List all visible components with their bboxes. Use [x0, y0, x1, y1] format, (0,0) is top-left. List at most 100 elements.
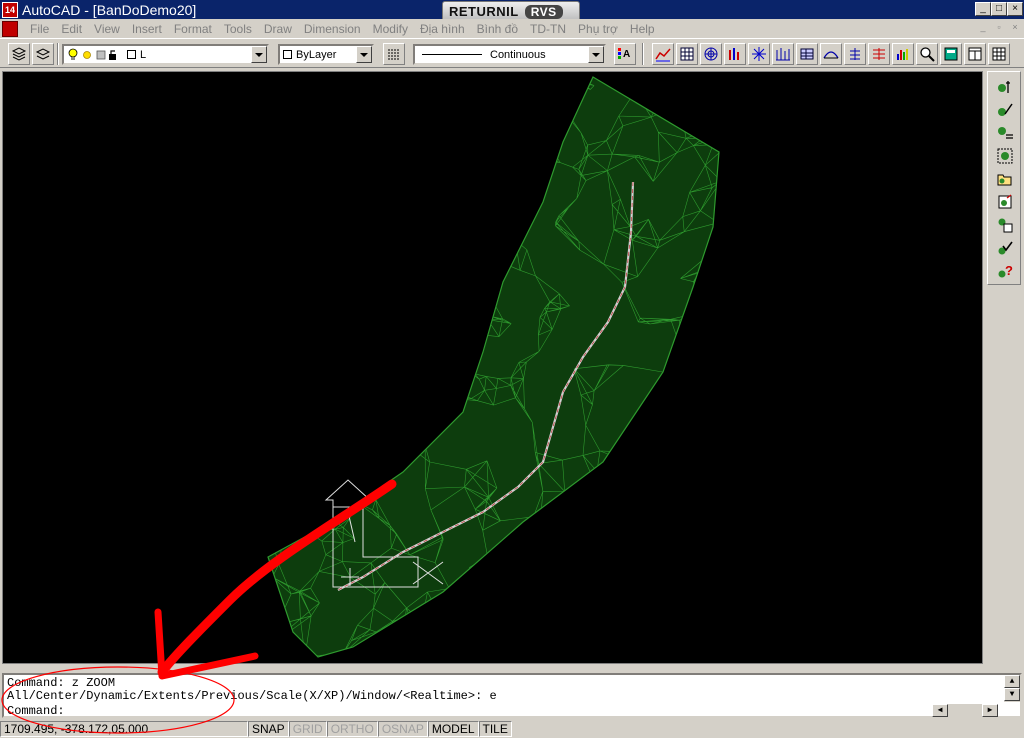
layer-dropdown-arrow[interactable] — [251, 46, 267, 63]
command-prompt[interactable]: Command: — [7, 704, 65, 718]
doc-restore-button[interactable]: ▫ — [992, 22, 1006, 34]
calculator-button[interactable] — [940, 43, 962, 65]
layer-name: L — [140, 48, 147, 61]
color-dropdown-arrow[interactable] — [356, 46, 372, 63]
command-history-line: All/Center/Dynamic/Extents/Previous/Scal… — [7, 689, 497, 703]
export-icon — [998, 194, 1011, 209]
menu-phu-tro[interactable]: Phụ trợ — [572, 22, 624, 36]
layer-previous-icon — [35, 48, 51, 60]
stack-icon — [873, 48, 885, 60]
stack-button[interactable] — [868, 43, 890, 65]
scroll-down-button[interactable]: ▼ — [1004, 688, 1020, 701]
point-insert-button[interactable] — [993, 76, 1016, 98]
layers-icon — [11, 47, 27, 61]
osnap-toggle[interactable]: OSNAP — [377, 721, 428, 737]
ortho-toggle[interactable]: ORTHO — [326, 721, 378, 737]
menu-edit[interactable]: Edit — [55, 22, 88, 36]
cross-section-icon — [850, 48, 860, 60]
autocad-app-icon[interactable]: 14 — [2, 1, 18, 18]
menu-draw[interactable]: Draw — [258, 22, 298, 36]
autocad-window: 14 AutoCAD - [BanDoDemo20] RETURNIL RVS … — [0, 0, 1024, 738]
point-list-button[interactable] — [993, 122, 1016, 144]
section-button[interactable] — [772, 43, 794, 65]
target-button[interactable] — [700, 43, 722, 65]
layer-combo[interactable]: L — [62, 44, 269, 65]
scroll-left-button[interactable]: ◀ — [932, 704, 948, 717]
window-button[interactable] — [964, 43, 986, 65]
zoom-button[interactable] — [916, 43, 938, 65]
menu-file[interactable]: File — [24, 22, 55, 36]
menu-td-tn[interactable]: TD-TN — [524, 22, 572, 36]
tile-toggle[interactable]: TILE — [478, 721, 512, 737]
check-button[interactable] — [993, 237, 1016, 259]
profile-button[interactable] — [820, 43, 842, 65]
linetype-dropdown-arrow[interactable] — [588, 46, 604, 63]
menu-modify[interactable]: Modify — [367, 22, 414, 36]
multi-bar-button[interactable] — [892, 43, 914, 65]
toolbar-separator — [57, 43, 59, 65]
scroll-up-button[interactable]: ▲ — [1004, 675, 1020, 688]
color-combo[interactable]: ByLayer — [278, 44, 374, 65]
menu-dia-hinh[interactable]: Địa hình — [414, 22, 471, 36]
menu-tools[interactable]: Tools — [218, 22, 258, 36]
point-select-button[interactable] — [993, 145, 1016, 167]
export-button[interactable] — [993, 191, 1016, 213]
drawing-canvas[interactable] — [2, 71, 983, 664]
doc-minimize-button[interactable]: _ — [976, 22, 990, 34]
help-icon: ? — [998, 263, 1013, 278]
point-insert-icon — [997, 81, 1010, 93]
linetype-combo[interactable]: Continuous — [413, 44, 606, 65]
object-properties-toolbar: L ByLayer Continuous A — [0, 38, 1024, 68]
terrain-drawing — [267, 76, 720, 658]
maximize-button[interactable]: □ — [991, 2, 1007, 16]
menu-format[interactable]: Format — [168, 22, 218, 36]
command-horizontal-scrollbar[interactable]: ◀ ▶ — [932, 704, 998, 717]
coordinates-readout: 1709.495, -378.172,05.000 — [0, 721, 248, 737]
layers-button[interactable] — [8, 43, 30, 65]
line-chart-icon — [655, 48, 671, 62]
command-window[interactable]: Command: z ZOOM All/Center/Dynamic/Exten… — [2, 673, 1022, 718]
model-toggle[interactable]: MODEL — [427, 721, 479, 737]
grid-toggle[interactable]: GRID — [288, 721, 327, 737]
table-button[interactable] — [676, 43, 698, 65]
text-style-button[interactable]: A — [614, 43, 636, 65]
color-value: ByLayer — [296, 48, 337, 61]
line-chart-button[interactable] — [652, 43, 674, 65]
snap-toggle[interactable]: SNAP — [248, 721, 289, 737]
menu-bar: File Edit View Insert Format Tools Draw … — [0, 19, 1024, 38]
document-icon[interactable] — [2, 20, 18, 37]
point-edit-button[interactable] — [993, 99, 1016, 121]
grid-table-button[interactable] — [796, 43, 818, 65]
cross-section-button[interactable] — [844, 43, 866, 65]
menu-help[interactable]: Help — [624, 22, 661, 36]
zoom-icon — [920, 47, 935, 62]
grid-window-icon — [992, 47, 1006, 61]
copy-button[interactable] — [993, 214, 1016, 236]
calculator-icon — [944, 47, 958, 61]
menu-binh-do[interactable]: Bình đồ — [471, 22, 524, 36]
node-button[interactable] — [748, 43, 770, 65]
command-scrollbar[interactable]: ▲ ▼ — [1004, 675, 1020, 702]
profile-icon — [823, 51, 839, 59]
lineweight-button[interactable] — [383, 43, 405, 65]
grid-window-button[interactable] — [988, 43, 1010, 65]
minimize-button[interactable]: _ — [975, 2, 991, 16]
open-file-button[interactable] — [993, 168, 1016, 190]
scroll-right-button[interactable]: ▶ — [982, 704, 998, 717]
close-button[interactable]: × — [1007, 2, 1023, 16]
lock-icon — [109, 49, 116, 60]
menu-view[interactable]: View — [88, 22, 126, 36]
copy-icon — [998, 218, 1012, 233]
point-list-icon — [997, 127, 1013, 139]
bar-chart-button[interactable] — [724, 43, 746, 65]
layer-previous-button[interactable] — [32, 43, 54, 65]
menu-dimension[interactable]: Dimension — [298, 22, 367, 36]
help-button[interactable]: ? — [993, 260, 1016, 282]
menu-insert[interactable]: Insert — [126, 22, 168, 36]
svg-text:?: ? — [1005, 263, 1013, 278]
doc-close-button[interactable]: × — [1008, 22, 1022, 34]
window-icon — [968, 47, 982, 61]
sun-icon — [83, 50, 91, 59]
lightbulb-icon — [68, 48, 78, 60]
status-bar: 1709.495, -378.172,05.000 SNAP GRID ORTH… — [0, 721, 1024, 738]
